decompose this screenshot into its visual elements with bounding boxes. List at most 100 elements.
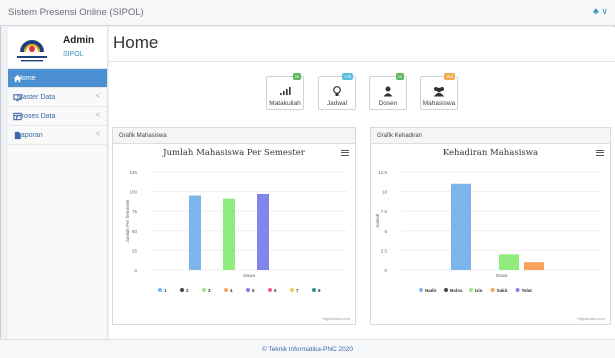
chart-credits[interactable]: Highcharts.com	[577, 316, 605, 321]
bar-semester-5	[257, 193, 269, 270]
y-tick-label: 125	[129, 170, 137, 175]
signal-bars-icon	[280, 87, 291, 95]
legend-label: 3	[208, 288, 211, 293]
app-title[interactable]: Sistem Presensi Online (SIPOL)	[8, 7, 144, 18]
panel-grafik-kehadiran: Grafik Kehadiran Kehadiran Mahasiswa 0 2.…	[370, 127, 611, 325]
legend-marker	[419, 288, 423, 292]
chart-mahasiswa-per-semester: 0255075100125Jumlah Per SemesterSiswa1 2 3…	[125, 170, 347, 293]
tile-badge: 23	[395, 73, 404, 80]
user-menu-toggle[interactable]: ♣ ∨	[593, 6, 608, 17]
profile-name: Admin	[63, 35, 95, 46]
legend-label: Hadir	[425, 288, 437, 293]
profile-role: SIPOL	[63, 51, 84, 58]
sidebar-item-label: Master Data	[17, 94, 56, 101]
chevron-left-icon: <	[95, 93, 100, 100]
bar-semester-3	[223, 198, 235, 270]
legend-label: 5	[252, 288, 255, 293]
y-tick-label: 7.5	[381, 209, 388, 214]
y-tick-label: 0	[134, 268, 137, 273]
legend-marker	[224, 288, 228, 292]
chart-menu-icon[interactable]	[596, 150, 604, 156]
legend-label: Bolos	[450, 288, 463, 293]
y-tick-label: 100	[129, 190, 137, 195]
legend-marker	[312, 288, 316, 292]
bar-semester-1	[189, 195, 201, 270]
sidebar-item-label: Home	[17, 75, 36, 82]
user-icon	[383, 86, 393, 97]
y-tick-label: 10	[382, 190, 388, 195]
x-axis-label: Siswa	[243, 273, 256, 278]
top-navbar: Sistem Presensi Online (SIPOL) ♣ ∨	[0, 0, 615, 26]
chart-title: Kehadiran Mahasiswa	[442, 148, 539, 158]
chart-kehadiran-mahasiswa: 0 2.5 5 7.5 10 12.5 Jumlah Siswa Hadir Bolos Izin S…	[375, 170, 602, 293]
y-axis-label: Jumlah Per Semester	[125, 199, 130, 243]
sidebar-item-label: Laporan	[17, 132, 43, 139]
legend-marker	[202, 288, 206, 292]
chevron-left-icon: <	[95, 112, 100, 119]
bar-hadir	[451, 183, 471, 270]
page-title: Home	[113, 33, 159, 52]
tile-dosen[interactable]: 23 Dosen	[369, 73, 407, 110]
sidebar-item-master-data[interactable]: Master Data <	[8, 88, 107, 107]
tile-label: Mahasiswa	[422, 100, 456, 107]
legend-label: 4	[230, 288, 233, 293]
tile-mahasiswa[interactable]: 253 Mahasiswa	[420, 73, 458, 110]
tile-label: Matakuliah	[269, 100, 301, 107]
bar-sakit	[524, 262, 544, 270]
footer-text: © Teknik Informatika-PNC 2020	[261, 346, 353, 353]
y-tick-label: 12.5	[378, 170, 387, 175]
sidebar: Admin SIPOL Home Master Data < Proses Da…	[8, 27, 108, 339]
sidebar-item-label: Proses Data	[17, 113, 56, 120]
y-tick-label: 5	[384, 229, 387, 234]
legend-marker	[490, 288, 495, 292]
legend-marker	[246, 288, 250, 292]
sidebar-item-laporan[interactable]: Laporan <	[8, 126, 107, 145]
sidebar-item-home[interactable]: Home	[8, 69, 107, 88]
chart-credits[interactable]: Highcharts.com	[322, 316, 350, 321]
legend-marker	[290, 288, 294, 292]
y-axis-label: Jumlah	[375, 213, 380, 228]
legend-label: 6	[274, 288, 277, 293]
tile-matakuliah[interactable]: 26 Matakuliah	[266, 73, 304, 110]
y-tick-label: 75	[132, 209, 138, 214]
legend-marker	[515, 288, 520, 292]
y-tick-label: 2.5	[381, 248, 388, 253]
main-content: Home 26 Matakuliah +28 Jadwal 23 Dosen 2…	[109, 27, 615, 339]
tile-label: Dosen	[378, 100, 398, 107]
legend-label: 7	[296, 288, 299, 293]
sidebar-menu: Home Master Data < Proses Data < Laporan…	[8, 69, 107, 145]
y-tick-label: 0	[384, 268, 387, 273]
tile-jadwal[interactable]: +28 Jadwal	[318, 73, 356, 110]
legend-label: Telat	[522, 288, 533, 293]
user-profile: Admin SIPOL	[8, 27, 107, 69]
sidebar-item-proses-data[interactable]: Proses Data <	[8, 107, 107, 126]
chart-title: Jumlah Mahasiswa Per Semester	[163, 148, 305, 158]
legend-marker	[158, 288, 162, 292]
legend-label: Sakit	[497, 288, 508, 293]
tile-label: Jadwal	[326, 100, 348, 107]
title-divider	[109, 61, 615, 62]
tile-badge: 26	[292, 73, 301, 80]
legend-label: 1	[164, 288, 167, 293]
legend-label: 8	[318, 288, 321, 293]
legend-label: Izin	[475, 288, 483, 293]
panel-header: Grafik Mahasiswa	[113, 128, 355, 144]
x-axis-label: Siswa	[495, 273, 508, 278]
lightbulb-icon	[333, 86, 341, 96]
tile-badge: +28	[342, 73, 353, 80]
legend-marker	[268, 288, 272, 292]
y-tick-label: 25	[132, 248, 138, 253]
chevron-left-icon: <	[95, 131, 100, 138]
users-icon	[434, 87, 444, 97]
institution-logo	[14, 30, 50, 66]
legend-marker	[180, 288, 184, 292]
panel-header: Grafik Kehadiran	[371, 128, 610, 144]
y-tick-label: 50	[132, 229, 138, 234]
legend-label: 2	[186, 288, 189, 293]
legend-marker	[469, 288, 473, 292]
footer: © Teknik Informatika-PNC 2020	[0, 339, 615, 358]
chart-menu-icon[interactable]	[341, 150, 349, 156]
legend-marker	[444, 288, 448, 292]
panel-grafik-mahasiswa: Grafik Mahasiswa Jumlah Mahasiswa Per Se…	[112, 127, 356, 325]
bar-izin	[499, 254, 519, 270]
